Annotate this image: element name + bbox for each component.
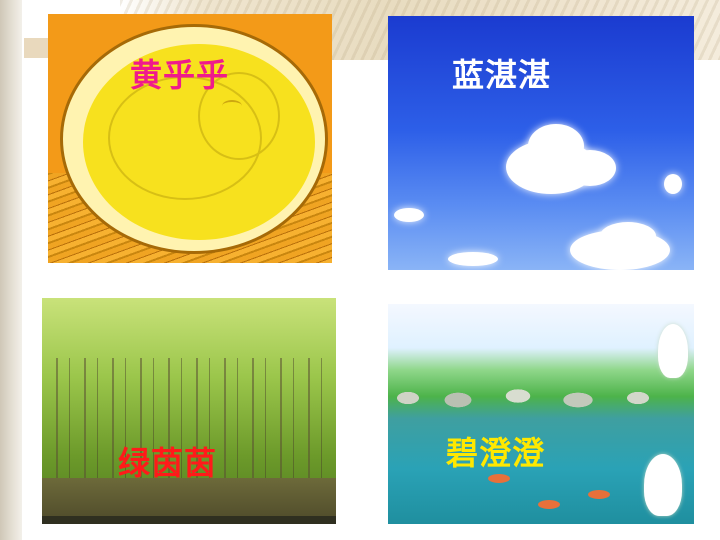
lily-flower-bottom [644, 454, 682, 516]
label-yellow: 黄乎乎 [130, 56, 230, 94]
chick-eye [222, 100, 242, 112]
left-decorative-strip [0, 0, 22, 540]
cloud-bottom-top [600, 222, 656, 250]
cloud-right [664, 174, 682, 194]
panel-green-forest: 绿茵茵 [42, 298, 336, 524]
lily-flower-top [658, 324, 688, 378]
pond-rocks [388, 378, 694, 418]
label-pond: 碧澄澄 [446, 434, 546, 472]
label-blue: 蓝湛湛 [452, 56, 552, 94]
fish-1 [488, 474, 510, 483]
cloud-small [448, 252, 498, 266]
fish-3 [588, 490, 610, 499]
panel-pond: 碧澄澄 [388, 304, 694, 524]
cloud-left [394, 208, 424, 222]
panel-yellow-chick: 黄乎乎 [48, 14, 332, 263]
label-green: 绿茵茵 [118, 444, 218, 482]
cloud-main-side [564, 150, 616, 186]
panel-blue-sky: 蓝湛湛 [388, 16, 694, 270]
fish-2 [538, 500, 560, 509]
photo-watermark-strip [42, 516, 336, 524]
